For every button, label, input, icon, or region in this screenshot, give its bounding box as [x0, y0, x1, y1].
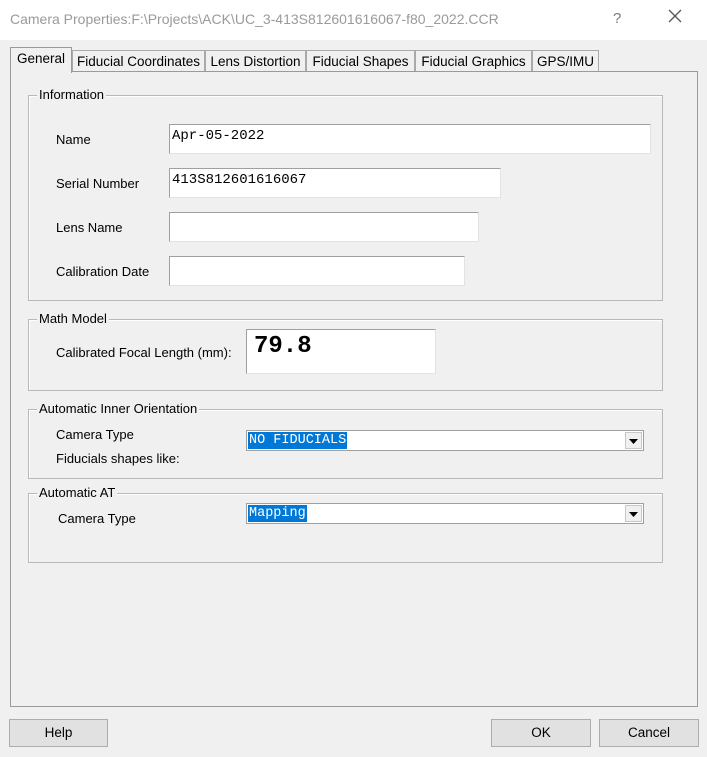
title-bar: Camera Properties:F:\Projects\ACK\UC_3-4… [0, 0, 707, 40]
tab-lens-distortion[interactable]: Lens Distortion [205, 50, 306, 72]
ok-button[interactable]: OK [491, 719, 591, 747]
at-camera-type-label: Camera Type [58, 511, 136, 526]
tab-general[interactable]: General [10, 47, 72, 73]
calibration-date-field[interactable] [169, 256, 465, 286]
automatic-at-group: Automatic AT Camera Type Mapping [28, 485, 663, 563]
io-camera-type-value: NO FIDUCIALS [248, 432, 348, 449]
chevron-down-icon[interactable] [625, 432, 642, 449]
serial-number-label: Serial Number [56, 176, 140, 191]
math-model-group: Math Model Calibrated Focal Length (mm):… [28, 311, 663, 391]
automatic-at-title: Automatic AT [37, 485, 118, 500]
lens-name-field[interactable] [169, 212, 479, 242]
information-title: Information [37, 87, 107, 102]
tab-fiducial-shapes[interactable]: Fiducial Shapes [306, 50, 415, 72]
tab-gps-imu[interactable]: GPS/IMU [532, 50, 599, 72]
io-camera-type-select[interactable]: NO FIDUCIALS [246, 430, 644, 451]
tab-fiducial-coordinates[interactable]: Fiducial Coordinates [72, 50, 205, 72]
name-label: Name [56, 132, 91, 147]
close-button[interactable] [667, 8, 687, 28]
window-title: Camera Properties:F:\Projects\ACK\UC_3-4… [10, 11, 499, 27]
math-model-title: Math Model [37, 311, 109, 326]
focal-length-label: Calibrated Focal Length (mm): [56, 345, 232, 360]
name-field[interactable]: Apr-05-2022 [169, 124, 651, 154]
help-button[interactable]: Help [9, 719, 108, 747]
inner-orientation-title: Automatic Inner Orientation [37, 401, 200, 416]
focal-length-field[interactable]: 79.8 [246, 329, 436, 374]
help-title-button[interactable]: ? [613, 10, 621, 27]
fiducials-shapes-label: Fiducials shapes like: [56, 451, 180, 466]
io-camera-type-label: Camera Type [56, 427, 134, 442]
close-icon [668, 9, 682, 23]
information-group: Information Name Apr-05-2022 Serial Numb… [28, 87, 663, 301]
lens-name-label: Lens Name [56, 220, 123, 235]
inner-orientation-group: Automatic Inner Orientation Camera Type … [28, 401, 663, 479]
chevron-down-icon[interactable] [625, 505, 642, 522]
tab-fiducial-graphics[interactable]: Fiducial Graphics [415, 50, 532, 72]
calibration-date-label: Calibration Date [56, 264, 150, 279]
at-camera-type-select[interactable]: Mapping [246, 503, 644, 524]
general-panel: Information Name Apr-05-2022 Serial Numb… [10, 71, 698, 707]
at-camera-type-value: Mapping [248, 505, 307, 522]
cancel-button[interactable]: Cancel [599, 719, 699, 747]
serial-number-field[interactable]: 413S812601616067 [169, 168, 501, 198]
